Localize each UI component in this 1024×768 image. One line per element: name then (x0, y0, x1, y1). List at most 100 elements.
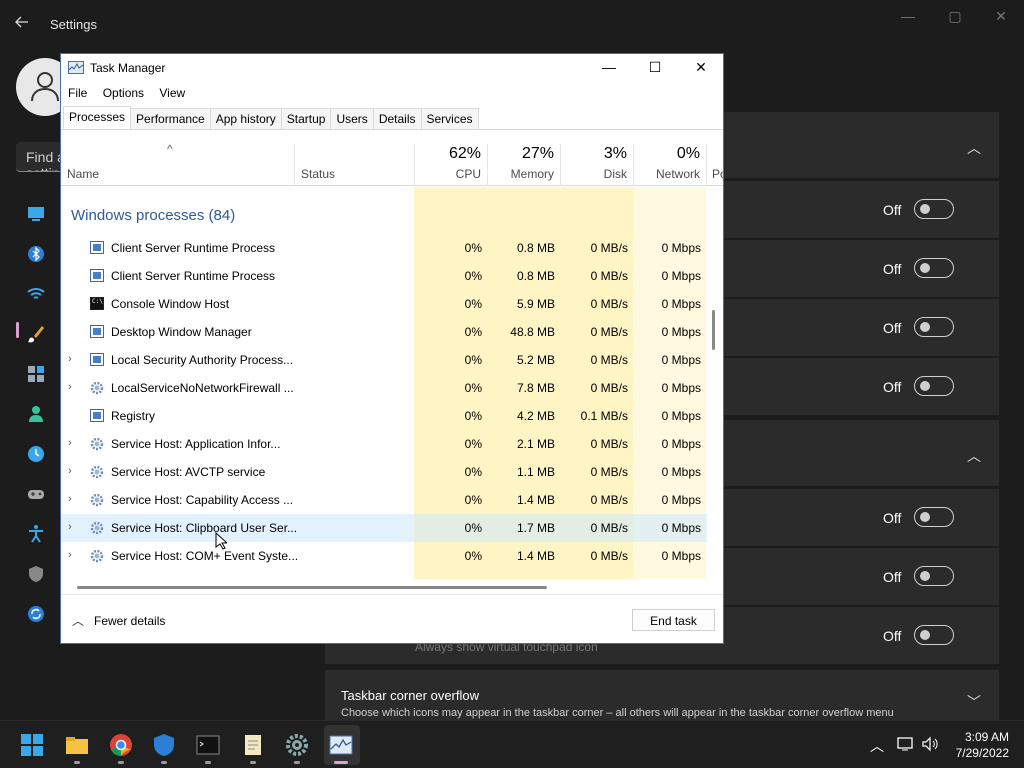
cell-memory: 0.8 MB (516, 269, 555, 283)
col-separator[interactable] (487, 144, 488, 186)
col-separator[interactable] (294, 144, 295, 186)
start-windows-icon[interactable] (20, 733, 44, 757)
process-row[interactable]: Console Window Host 0% 5.9 MB 0 MB/s 0 Mbps (61, 290, 707, 318)
bluetooth-icon[interactable] (26, 244, 46, 264)
col-status[interactable]: Status (301, 167, 335, 181)
col-power[interactable]: Po (712, 167, 723, 181)
network-icon[interactable] (26, 284, 46, 304)
col-separator[interactable] (706, 144, 707, 186)
file-explorer-icon[interactable] (65, 733, 89, 757)
process-row[interactable]: › Service Host: Clipboard User Ser... 0% 1.… (61, 514, 707, 542)
cell-memory: 1.4 MB (516, 549, 555, 563)
back-arrow-icon[interactable] (14, 14, 34, 34)
expand-chevron-icon[interactable]: › (68, 437, 72, 449)
terminal-icon[interactable] (196, 733, 220, 757)
toggle-switch[interactable] (914, 258, 954, 278)
expand-chevron-icon[interactable]: › (68, 381, 72, 393)
task-manager-taskbar-icon[interactable] (329, 733, 353, 757)
tab-performance[interactable]: Performance (130, 108, 211, 129)
col-cpu-pct[interactable]: 62% (417, 145, 481, 163)
running-indicator (294, 761, 300, 764)
chevron-up-icon[interactable]: ︿ (72, 612, 84, 629)
process-row[interactable]: Registry 0% 4.2 MB 0.1 MB/s 0 Mbps (61, 402, 707, 430)
col-memory[interactable]: Memory (490, 167, 554, 181)
process-row[interactable]: › Service Host: COM+ Event Syste... 0% 1.4 … (61, 542, 707, 570)
tm-maximize-icon[interactable]: ☐ (645, 59, 665, 77)
process-row[interactable]: › Service Host: AVCTP service 0% 1.1 MB 0 MB… (61, 458, 707, 486)
tab-processes[interactable]: Processes (63, 106, 132, 129)
toggle-switch[interactable] (914, 625, 954, 645)
col-name[interactable]: Name (67, 167, 99, 181)
menu-file[interactable]: File (68, 86, 87, 100)
tab-app-history[interactable]: App history (209, 108, 282, 129)
privacy-shield-icon[interactable] (26, 564, 46, 584)
chevron-up-icon[interactable]: ︿ (967, 446, 981, 466)
accessibility-icon[interactable] (26, 524, 46, 544)
col-cpu[interactable]: CPU (417, 167, 481, 181)
settings-close-icon[interactable]: ✕ (986, 8, 1016, 26)
col-network[interactable]: Network (636, 167, 700, 181)
col-separator[interactable] (414, 144, 415, 186)
tab-users[interactable]: Users (330, 108, 374, 129)
windows-security-icon[interactable] (152, 733, 176, 757)
col-separator[interactable] (633, 144, 634, 186)
show-hidden-icons-chevron-icon[interactable]: ︿ (870, 736, 884, 756)
chevron-up-icon[interactable]: ︿ (967, 138, 981, 158)
menu-view[interactable]: View (159, 86, 185, 100)
sort-up-icon: ^ (167, 142, 173, 156)
col-memory-pct[interactable]: 27% (490, 145, 554, 163)
col-network-pct[interactable]: 0% (636, 145, 700, 163)
toggle-switch[interactable] (914, 317, 954, 337)
fewer-details-link[interactable]: Fewer details (94, 614, 165, 628)
process-row[interactable]: Client Server Runtime Process 0% 0.8 MB 0 M… (61, 234, 707, 262)
process-row[interactable]: › Local Security Authority Process... 0% 5.… (61, 346, 707, 374)
toggle-switch[interactable] (914, 507, 954, 527)
windows-update-icon[interactable] (26, 604, 46, 624)
vertical-scrollbar-thumb[interactable] (712, 310, 715, 350)
toggle-switch[interactable] (914, 199, 954, 219)
settings-minimize-icon[interactable]: — (893, 8, 923, 26)
process-row[interactable]: › Service Host: Capability Access ... 0% 1.… (61, 486, 707, 514)
tab-details[interactable]: Details (372, 108, 422, 129)
apps-icon[interactable] (26, 364, 46, 384)
expand-chevron-icon[interactable]: › (68, 353, 72, 365)
tm-minimize-icon[interactable]: — (599, 59, 619, 77)
gaming-icon[interactable] (26, 484, 46, 504)
expand-chevron-icon[interactable]: › (68, 521, 72, 533)
tm-close-icon[interactable]: ✕ (691, 59, 711, 77)
chrome-icon[interactable] (109, 733, 133, 757)
clock-time[interactable]: 3:09 AM (965, 730, 1009, 744)
settings-restore-icon[interactable]: ▢ (940, 8, 970, 26)
expand-chevron-icon[interactable]: › (68, 465, 72, 477)
chevron-down-icon[interactable]: ﹀ (967, 692, 981, 712)
clock-date[interactable]: 7/29/2022 (956, 746, 1009, 760)
end-task-button[interactable]: End task (632, 609, 715, 631)
time-language-icon[interactable] (26, 444, 46, 464)
network-tray-icon[interactable] (897, 736, 915, 755)
col-separator[interactable] (560, 144, 561, 186)
process-row[interactable]: › Service Host: Application Infor... 0% 2.1… (61, 430, 707, 458)
accounts-icon[interactable] (26, 404, 46, 424)
settings-gear-icon[interactable] (285, 733, 309, 757)
col-disk[interactable]: Disk (563, 167, 627, 181)
tab-services[interactable]: Services (420, 108, 479, 129)
process-row[interactable]: Desktop Window Manager 0% 48.8 MB 0 MB/s 0 M… (61, 318, 707, 346)
expand-chevron-icon[interactable]: › (68, 549, 72, 561)
process-row[interactable]: Client Server Runtime Process 0% 0.8 MB 0 M… (61, 262, 707, 290)
tm-titlebar[interactable]: Task Manager — ☐ ✕ (61, 54, 723, 83)
system-icon[interactable] (26, 204, 46, 224)
expand-chevron-icon[interactable]: › (68, 493, 72, 505)
col-disk-pct[interactable]: 3% (563, 145, 627, 163)
cell-memory: 48.8 MB (510, 325, 555, 339)
toggle-switch[interactable] (914, 566, 954, 586)
process-row[interactable]: › LocalServiceNoNetworkFirewall ... 0% 7.8 … (61, 374, 707, 402)
menu-options[interactable]: Options (103, 86, 144, 100)
notepad-icon[interactable] (241, 733, 265, 757)
toggle-switch[interactable] (914, 376, 954, 396)
tab-startup[interactable]: Startup (280, 108, 332, 129)
horizontal-scrollbar-thumb[interactable] (77, 586, 547, 589)
group-header-windows-processes[interactable]: Windows processes (84) (71, 207, 235, 224)
personalization-brush-icon[interactable] (26, 324, 46, 344)
active-indicator (334, 761, 348, 764)
volume-icon[interactable] (921, 736, 939, 755)
